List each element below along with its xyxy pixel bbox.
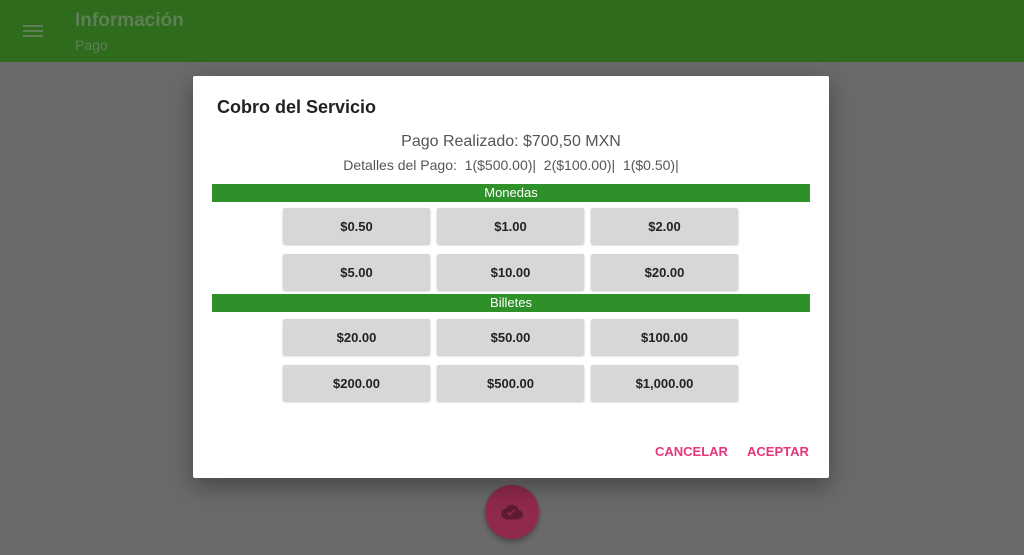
dialog-title: Cobro del Servicio (217, 97, 377, 117)
menu-icon[interactable] (23, 24, 43, 38)
payment-details: Detalles del Pago: 1($500.00)| 2($100.00… (343, 157, 679, 173)
payment-dialog: Cobro del Servicio Pago Realizado: $700,… (193, 76, 829, 478)
app-bar: Información Pago (0, 0, 1024, 62)
coin-button[interactable]: $20.00 (591, 254, 738, 290)
coin-button[interactable]: $10.00 (437, 254, 584, 290)
accept-button[interactable]: ACEPTAR (747, 444, 809, 459)
bill-button[interactable]: $20.00 (283, 319, 430, 355)
coin-button[interactable]: $1.00 (437, 208, 584, 244)
coins-grid: $0.50 $1.00 $2.00 $5.00 $10.00 $20.00 (283, 208, 739, 290)
cloud-done-icon (501, 504, 523, 520)
bill-button[interactable]: $100.00 (591, 319, 738, 355)
bill-button[interactable]: $500.00 (437, 365, 584, 401)
bills-grid: $20.00 $50.00 $100.00 $200.00 $500.00 $1… (283, 319, 739, 401)
bill-button[interactable]: $50.00 (437, 319, 584, 355)
bill-button[interactable]: $200.00 (283, 365, 430, 401)
coin-button[interactable]: $5.00 (283, 254, 430, 290)
coin-button[interactable]: $2.00 (591, 208, 738, 244)
app-bar-subtitle: Pago (75, 37, 108, 53)
coin-button[interactable]: $0.50 (283, 208, 430, 244)
bill-button[interactable]: $1,000.00 (591, 365, 738, 401)
bills-section-header: Billetes (212, 294, 810, 312)
payment-total: Pago Realizado: $700,50 MXN (401, 133, 621, 150)
cloud-upload-fab[interactable] (485, 485, 539, 539)
app-bar-title: Información (75, 10, 184, 31)
coins-section-header: Monedas (212, 184, 810, 202)
cancel-button[interactable]: CANCELAR (655, 444, 728, 459)
